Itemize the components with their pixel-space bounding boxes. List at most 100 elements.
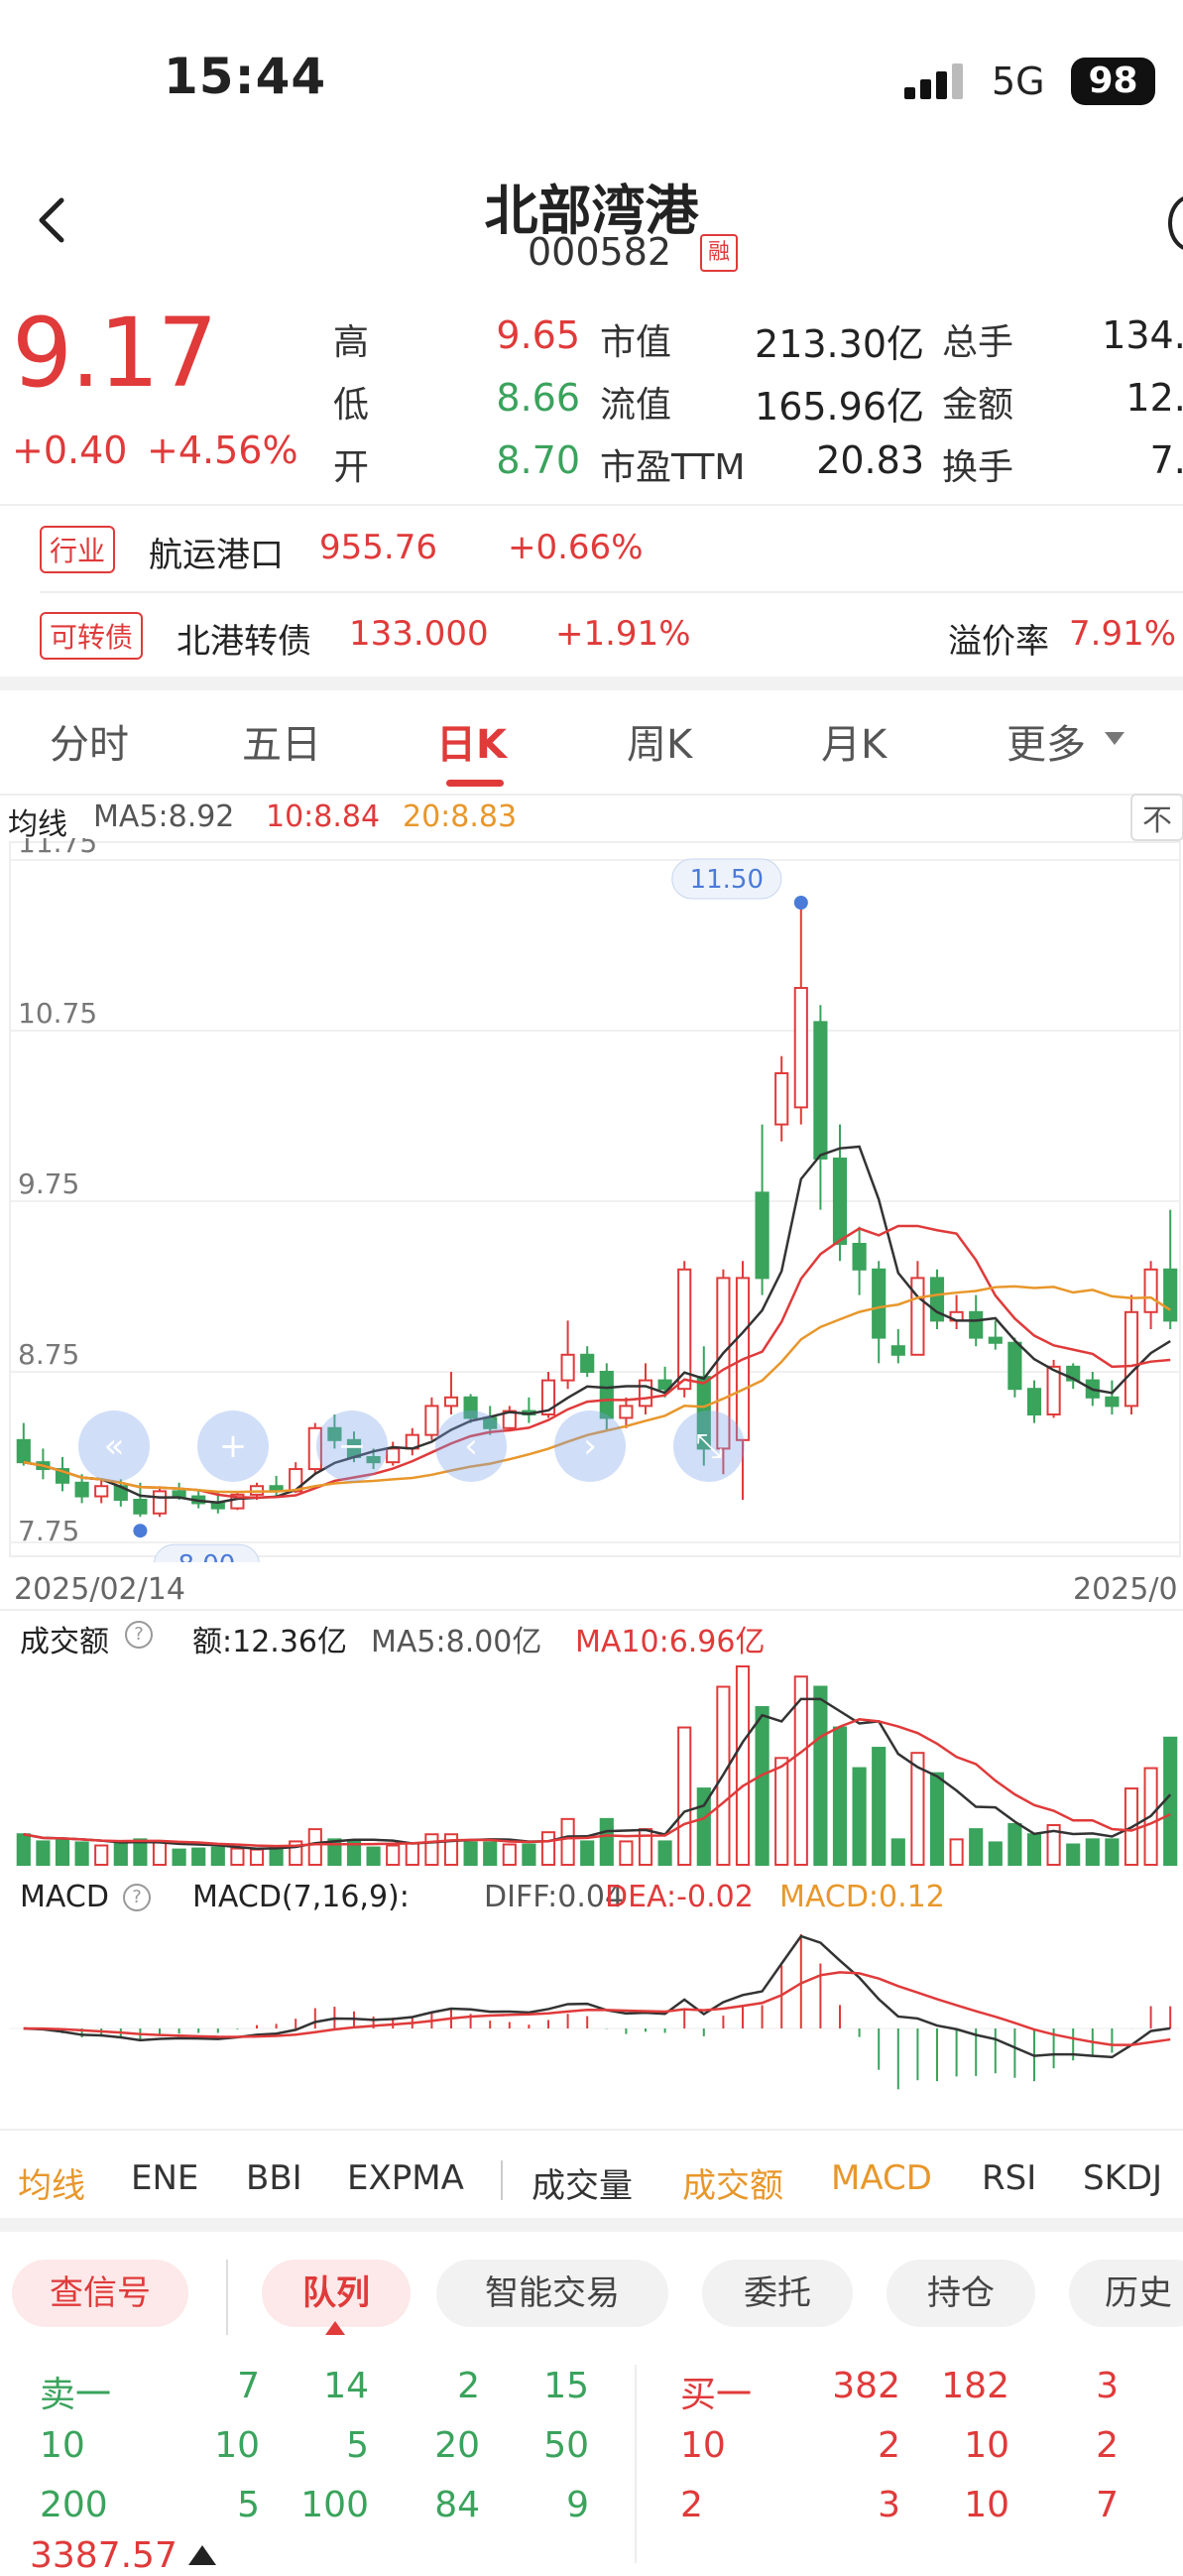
volume-bar	[424, 1833, 439, 1867]
volume-bar	[813, 1685, 828, 1867]
action-button[interactable]: 历史	[1069, 2260, 1183, 2327]
volume-bar	[1163, 1736, 1178, 1866]
quote-label: 总手	[942, 322, 1014, 363]
macd-chart[interactable]	[0, 1919, 1183, 2128]
candle-body	[1007, 1341, 1022, 1391]
quote-value: 213.30亿	[755, 322, 924, 366]
adjust-button[interactable]: 不	[1130, 794, 1183, 841]
sell-cell: 200	[40, 2485, 108, 2525]
candle-body	[872, 1268, 887, 1339]
section-gap	[0, 2218, 1183, 2232]
sell-cell: 50	[543, 2425, 589, 2466]
volume-bar	[443, 1833, 459, 1867]
ma-label[interactable]: 均线	[8, 799, 67, 843]
divider	[0, 1609, 1183, 1611]
candle-body	[424, 1405, 439, 1436]
indicator-tab[interactable]: BBI	[246, 2158, 302, 2198]
candle-body	[210, 1502, 225, 1510]
indicator-tab[interactable]: ENE	[131, 2158, 198, 2198]
tab-period[interactable]: 更多	[1006, 712, 1086, 770]
y-tick-label: 10.75	[18, 997, 97, 1030]
volume-bar	[113, 1842, 128, 1866]
indicator-tab[interactable]: 成交量	[532, 2158, 633, 2207]
volume-bar	[599, 1817, 614, 1867]
industry-pct: +0.66%	[508, 528, 644, 567]
bond-pct: +1.91%	[555, 614, 691, 654]
sell-cell: 14	[323, 2366, 369, 2406]
volume-bar	[269, 1846, 284, 1866]
sell-cell: 7	[237, 2366, 260, 2406]
kline-chart[interactable]: 11.75 10.75 9.75 8.75 7.75 11.50 8.00 « + − ‹ › ⤡	[0, 838, 1183, 1562]
candle-body	[172, 1490, 186, 1498]
buy-cell: 3	[878, 2485, 900, 2525]
action-button[interactable]: 委托	[702, 2260, 853, 2327]
indicator-tab[interactable]: EXPMA	[347, 2158, 464, 2198]
sell-cell: 15	[543, 2366, 589, 2406]
ma10-value: 10:8.84	[266, 799, 381, 834]
indicator-tab[interactable]: 均线	[18, 2158, 85, 2207]
buy-cell: 买一	[680, 2375, 753, 2415]
macd-dea: DEA:-0.02	[605, 1880, 754, 1914]
action-button[interactable]: 持仓	[887, 2260, 1035, 2327]
candle-body	[638, 1379, 653, 1408]
volume-label[interactable]: 成交额	[20, 1617, 109, 1660]
candle-body	[852, 1243, 867, 1271]
volume-bar	[16, 1833, 31, 1867]
bond-tag: 可转债	[40, 612, 144, 660]
candle-body	[619, 1405, 634, 1419]
action-button[interactable]: 查信号	[12, 2260, 188, 2327]
indicator-tab[interactable]: 成交额	[682, 2158, 783, 2207]
volume-bar	[172, 1848, 186, 1867]
quote-label: 开	[333, 447, 370, 488]
tab-period[interactable]: 月K	[821, 712, 887, 770]
info-icon[interactable]: ?	[123, 1884, 151, 1911]
y-tick-label: 9.75	[18, 1167, 79, 1200]
sell-cell: 卖一	[40, 2375, 112, 2415]
bond-name[interactable]: 北港转债	[177, 614, 311, 663]
sell-cell: 10	[40, 2425, 85, 2466]
current-price: 9.17	[12, 298, 218, 409]
start-date: 2025/02/14	[14, 1572, 185, 1607]
industry-value: 955.76	[319, 528, 437, 567]
volume-bar	[969, 1828, 984, 1867]
price-change-pct: +4.56%	[147, 429, 298, 472]
volume-bar	[560, 1817, 575, 1867]
indicator-tab[interactable]: SKDJ	[1083, 2158, 1162, 2198]
tab-period[interactable]: 周K	[627, 712, 692, 770]
quote-label: 流值	[600, 385, 672, 426]
action-button[interactable]: 智能交易	[436, 2260, 668, 2327]
sell-cell: 20	[434, 2425, 480, 2466]
volume-ma5-line	[23, 1697, 1172, 1851]
tab-period[interactable]: 五日	[242, 712, 321, 770]
info-icon[interactable]: ?	[125, 1621, 153, 1649]
divider	[0, 794, 1183, 796]
volume-bar	[619, 1840, 634, 1867]
chart-nav-icon: «	[104, 1426, 125, 1466]
indicator-tab[interactable]: MACD	[831, 2158, 932, 2198]
volume-bar	[230, 1847, 245, 1866]
macd-label[interactable]: MACD	[20, 1880, 109, 1914]
candle-body	[1163, 1268, 1178, 1322]
action-button[interactable]: 队列	[262, 2260, 411, 2327]
indicator-tab[interactable]: RSI	[982, 2158, 1036, 2198]
tab-period[interactable]: 分时	[50, 712, 129, 770]
bottom-index[interactable]: 3387.57	[30, 2535, 177, 2576]
volume-ma5: MA5:8.00亿	[371, 1625, 542, 1659]
volume-bar	[890, 1838, 905, 1867]
tab-period[interactable]: 日K	[436, 712, 507, 770]
quote-value: 134.7	[1102, 313, 1183, 357]
industry-name[interactable]: 航运港口	[149, 528, 284, 576]
diff-line	[23, 1934, 1171, 2059]
candle-body	[988, 1336, 1003, 1344]
y-tick-label: 8.75	[18, 1338, 79, 1371]
candle-body	[1105, 1396, 1120, 1408]
candle-body	[1143, 1268, 1158, 1313]
volume-chart[interactable]	[0, 1656, 1183, 1873]
candle-body	[910, 1277, 925, 1356]
candle-body	[969, 1310, 984, 1339]
quote-label: 金额	[942, 385, 1014, 426]
volume-ma10-line	[23, 1718, 1171, 1848]
quote-label: 市值	[600, 322, 672, 363]
chart-nav-icon: −	[338, 1426, 367, 1466]
stock-code: 000582	[528, 230, 672, 274]
